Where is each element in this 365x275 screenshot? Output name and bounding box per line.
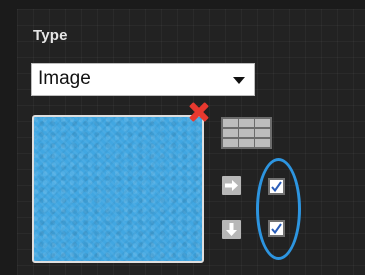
repeat-vertical-icon xyxy=(222,220,241,239)
type-select-value: Image xyxy=(38,68,91,89)
type-label: Type xyxy=(33,27,68,44)
checkmark-icon xyxy=(271,223,282,235)
repeat-x-checkbox[interactable] xyxy=(268,178,285,195)
arrow-right-icon xyxy=(225,180,238,191)
checkmark-icon xyxy=(271,181,282,193)
tile-grid-icon[interactable] xyxy=(221,117,272,149)
chevron-down-icon xyxy=(233,77,245,84)
type-select[interactable]: Image xyxy=(31,63,255,96)
arrow-down-icon xyxy=(226,223,237,236)
repeat-horizontal-icon xyxy=(222,176,241,195)
image-preview[interactable] xyxy=(32,115,204,263)
repeat-y-checkbox[interactable] xyxy=(268,220,285,237)
remove-image-icon[interactable] xyxy=(187,100,211,124)
